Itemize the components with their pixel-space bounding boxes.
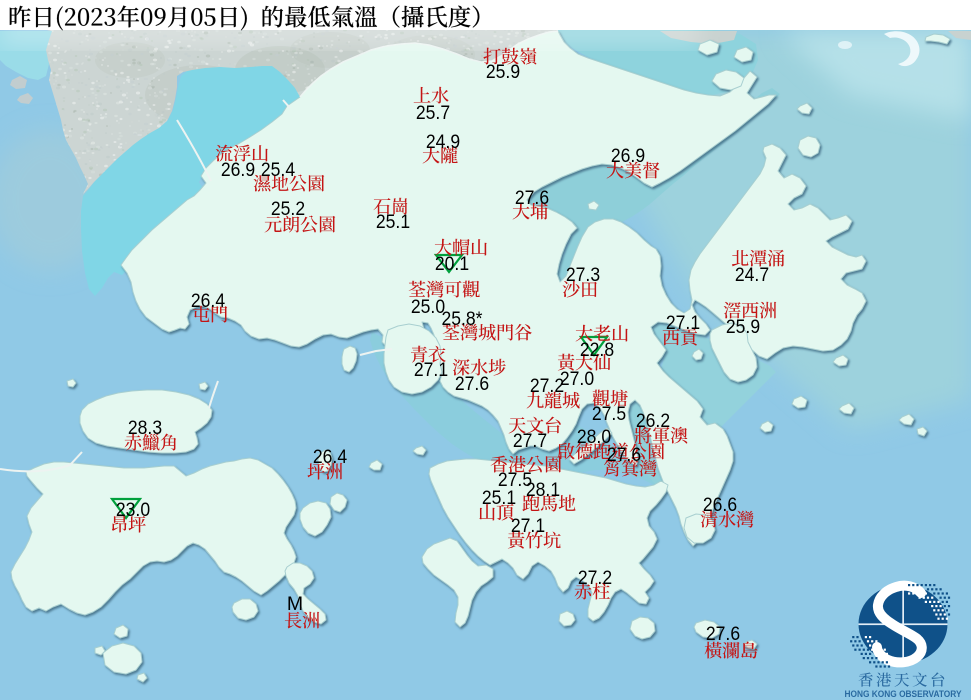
svg-text:25.9: 25.9 <box>726 316 760 338</box>
svg-text:26.4: 26.4 <box>313 446 347 468</box>
svg-text:26.9: 26.9 <box>221 159 255 181</box>
svg-text:25.1: 25.1 <box>376 211 410 233</box>
svg-text:26.9: 26.9 <box>611 145 645 167</box>
svg-text:25.8*: 25.8* <box>442 308 483 330</box>
svg-text:27.5: 27.5 <box>592 403 626 425</box>
svg-text:28.1: 28.1 <box>526 479 560 501</box>
svg-text:27.7: 27.7 <box>513 430 547 452</box>
svg-text:25.0: 25.0 <box>411 296 445 318</box>
svg-text:22.8: 22.8 <box>580 339 614 361</box>
svg-text:27.2: 27.2 <box>530 375 564 397</box>
svg-text:27.1: 27.1 <box>511 515 545 537</box>
svg-text:26.6: 26.6 <box>703 494 737 516</box>
svg-text:27.0: 27.0 <box>560 368 594 390</box>
svg-text:25.7: 25.7 <box>416 102 450 124</box>
svg-text:27.2: 27.2 <box>578 567 612 589</box>
svg-text:24.7: 24.7 <box>735 264 769 286</box>
svg-text:24.9: 24.9 <box>426 131 460 153</box>
svg-text:27.6: 27.6 <box>607 444 641 466</box>
svg-text:27.6: 27.6 <box>515 187 549 209</box>
svg-text:25.4: 25.4 <box>261 159 295 181</box>
svg-text:25.1: 25.1 <box>482 487 516 509</box>
svg-text:27.6: 27.6 <box>706 623 740 645</box>
svg-text:20.1: 20.1 <box>435 253 469 275</box>
svg-text:23.0: 23.0 <box>116 499 150 521</box>
svg-text:26.2: 26.2 <box>636 410 670 432</box>
svg-text:27.1: 27.1 <box>414 359 448 381</box>
svg-text:27.1: 27.1 <box>666 312 700 334</box>
svg-text:27.3: 27.3 <box>566 264 600 286</box>
svg-text:27.6: 27.6 <box>455 373 489 395</box>
svg-text:M: M <box>287 593 303 615</box>
svg-text:28.3: 28.3 <box>128 417 162 439</box>
svg-text:26.4: 26.4 <box>191 290 225 312</box>
svg-text:25.2: 25.2 <box>271 198 305 220</box>
svg-text:25.9: 25.9 <box>486 61 520 83</box>
svg-text:HONG KONG OBSERVATORY: HONG KONG OBSERVATORY <box>845 689 963 699</box>
